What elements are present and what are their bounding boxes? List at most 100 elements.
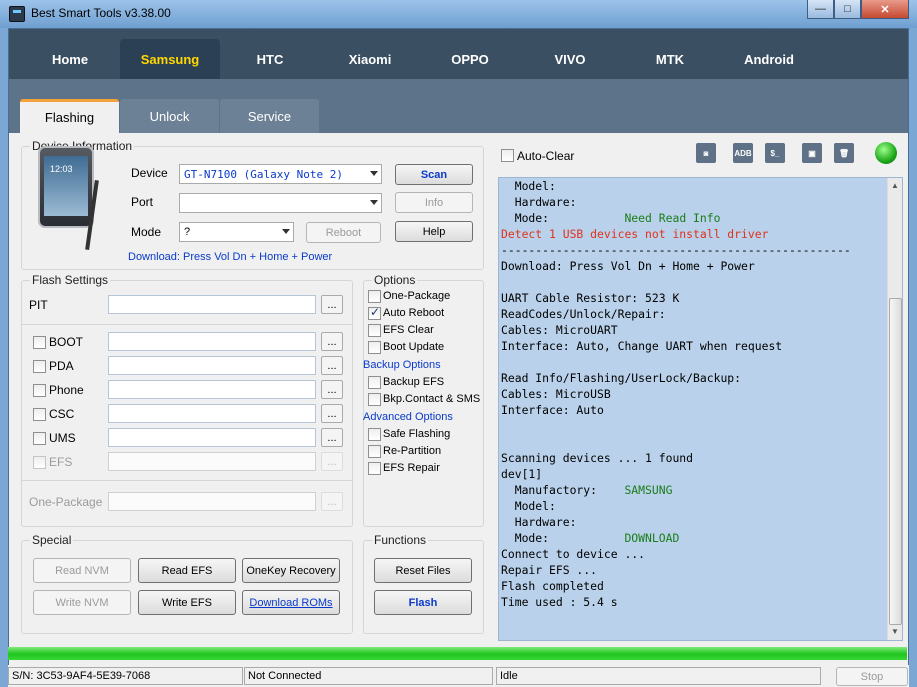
chevron-down-icon [370, 200, 378, 205]
tab-unlock[interactable]: Unlock [120, 99, 219, 133]
one-package-browse-button[interactable]: ... [321, 492, 343, 511]
efs-browse-button[interactable]: ... [321, 452, 343, 471]
device-select[interactable]: GT-N7100 (Galaxy Note 2) [179, 164, 382, 184]
onekey-recovery-button[interactable]: OneKey Recovery [242, 558, 340, 583]
tab-oppo[interactable]: OPPO [420, 39, 520, 79]
log-line: Cables: MicroUSB [501, 387, 611, 401]
boot-label: BOOT [49, 335, 84, 349]
scrollbar-thumb[interactable] [889, 298, 902, 625]
log-line: Cables: MicroUART [501, 323, 618, 337]
boot-update-checkbox[interactable] [368, 341, 381, 354]
log-line: ----------------------------------------… [501, 243, 851, 257]
boot-path-input[interactable] [108, 332, 316, 351]
shell-icon[interactable]: $_ [765, 143, 785, 163]
reset-files-button[interactable]: Reset Files [374, 558, 472, 583]
backup-efs-label: Backup EFS [383, 376, 445, 388]
efs-clear-checkbox[interactable] [368, 324, 381, 337]
log-output[interactable]: Model: Hardware: Mode: Need Read Info Det… [498, 177, 903, 641]
clear-log-icon[interactable]: 🗑 [834, 143, 854, 163]
read-efs-button[interactable]: Read EFS [138, 558, 236, 583]
info-button[interactable]: Info [395, 192, 473, 213]
tab-htc[interactable]: HTC [220, 39, 320, 79]
tab-flashing[interactable]: Flashing [20, 99, 119, 133]
tab-vivo[interactable]: VIVO [520, 39, 620, 79]
csc-checkbox[interactable] [33, 408, 46, 421]
pda-browse-button[interactable]: ... [321, 356, 343, 375]
phone-browse-button[interactable]: ... [321, 380, 343, 399]
efs-path-input[interactable] [108, 452, 316, 471]
safe-flashing-checkbox[interactable] [368, 428, 381, 441]
scroll-up-icon[interactable]: ▲ [891, 181, 899, 190]
options-legend: Options [372, 273, 418, 287]
tab-xiaomi[interactable]: Xiaomi [320, 39, 420, 79]
tab-home[interactable]: Home [20, 39, 120, 79]
tab-service[interactable]: Service [220, 99, 319, 133]
csc-browse-button[interactable]: ... [321, 404, 343, 423]
status-led-icon [875, 142, 897, 164]
efs-repair-checkbox[interactable] [368, 462, 381, 475]
pda-path-input[interactable] [108, 356, 316, 375]
phone-screen: 12:03 [44, 156, 88, 216]
tab-samsung[interactable]: Samsung [120, 39, 220, 79]
backup-contact-sms-checkbox[interactable] [368, 393, 381, 406]
log-line: Time used : 5.4 s [501, 595, 618, 609]
mode-select[interactable]: ? [179, 222, 294, 242]
pit-path-input[interactable] [108, 295, 316, 314]
close-button[interactable]: ✕ [861, 0, 909, 19]
functions-group: Functions [363, 533, 484, 634]
csc-path-input[interactable] [108, 404, 316, 423]
re-partition-label: Re-Partition [383, 445, 442, 457]
log-line: Model: [501, 179, 556, 193]
window-title: Best Smart Tools v3.38.00 [31, 6, 171, 20]
save-log-icon[interactable]: ▣ [802, 143, 822, 163]
re-partition-checkbox[interactable] [368, 445, 381, 458]
csc-label: CSC [49, 407, 75, 421]
scan-button[interactable]: Scan [395, 164, 473, 185]
status-bar: S/N: 3C53-9AF4-5E39-7068 Not Connected I… [8, 665, 909, 687]
write-nvm-button[interactable]: Write NVM [33, 590, 131, 615]
write-efs-button[interactable]: Write EFS [138, 590, 236, 615]
maximize-button[interactable]: □ [834, 0, 861, 19]
log-line: Interface: Auto, Change UART when reques… [501, 339, 783, 353]
screenshot-icon[interactable]: ◙ [696, 143, 716, 163]
ums-checkbox[interactable] [33, 432, 46, 445]
backup-options-heading: Backup Options [363, 359, 441, 371]
ums-browse-button[interactable]: ... [321, 428, 343, 447]
boot-browse-button[interactable]: ... [321, 332, 343, 351]
flash-button[interactable]: Flash [374, 590, 472, 615]
log-scrollbar[interactable]: ▲ ▼ [887, 178, 902, 640]
stop-button[interactable]: Stop [836, 667, 908, 686]
auto-reboot-label: Auto Reboot [383, 307, 445, 319]
ums-path-input[interactable] [108, 428, 316, 447]
phone-label: Phone [49, 383, 84, 397]
mode-select-value: ? [184, 226, 191, 238]
pda-checkbox[interactable] [33, 360, 46, 373]
one-package-checkbox[interactable] [368, 290, 381, 303]
pda-label: PDA [49, 359, 74, 373]
phone-path-input[interactable] [108, 380, 316, 399]
scroll-down-icon[interactable]: ▼ [891, 627, 899, 636]
boot-checkbox[interactable] [33, 336, 46, 349]
backup-efs-checkbox[interactable] [368, 376, 381, 389]
tab-mtk[interactable]: MTK [620, 39, 720, 79]
port-label: Port [131, 195, 154, 209]
pit-browse-button[interactable]: ... [321, 295, 343, 314]
auto-clear-checkbox[interactable] [501, 149, 514, 162]
advanced-options-heading: Advanced Options [363, 411, 453, 423]
adb-icon[interactable]: ADB [733, 143, 753, 163]
download-roms-button[interactable]: Download ROMs [242, 590, 340, 615]
tab-android[interactable]: Android [719, 39, 819, 79]
minimize-button[interactable]: — [807, 0, 834, 19]
efs-checkbox[interactable] [33, 456, 46, 469]
phone-checkbox[interactable] [33, 384, 46, 397]
efs-repair-label: EFS Repair [383, 462, 440, 474]
divider [22, 324, 352, 325]
reboot-button[interactable]: Reboot [306, 222, 381, 243]
one-package-path-input[interactable] [108, 492, 316, 511]
port-select[interactable] [179, 193, 382, 213]
auto-reboot-checkbox[interactable] [368, 305, 381, 320]
read-nvm-button[interactable]: Read NVM [33, 558, 131, 583]
main-tab-bar: Home Samsung HTC Xiaomi OPPO VIVO MTK An… [9, 29, 908, 79]
flash-settings-legend: Flash Settings [30, 273, 111, 287]
help-button[interactable]: Help [395, 221, 473, 242]
